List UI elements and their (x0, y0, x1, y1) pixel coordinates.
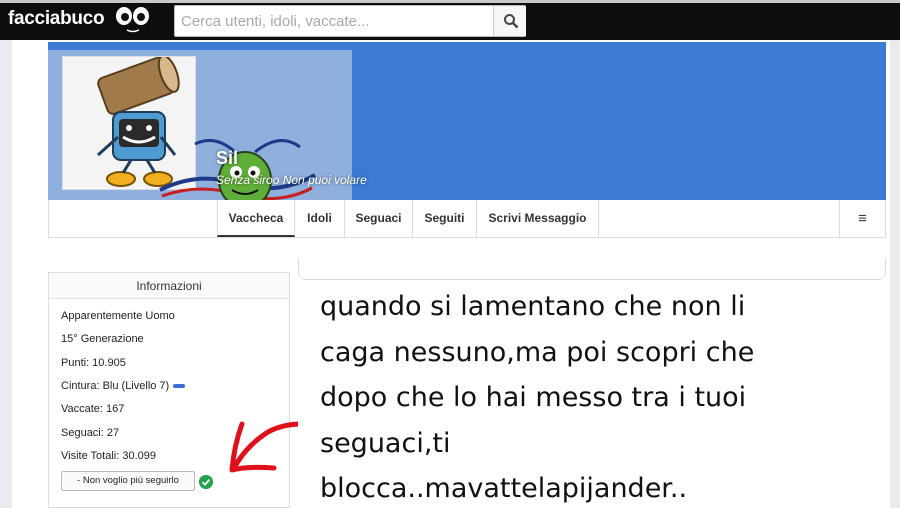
profile-motto: Senza siroo Non puoi volare (216, 173, 367, 187)
post-line: dopo che lo hai messo tra i tuoi (320, 382, 747, 413)
eyes-logo-icon (116, 7, 149, 33)
info-points: Punti: 10.905 (61, 357, 126, 369)
profile-name: Sil (216, 148, 239, 168)
belt-badge-icon (173, 384, 186, 389)
tab-idoli[interactable]: Idoli (295, 200, 345, 237)
post-line: caga nessuno,ma poi scopri che (320, 336, 755, 368)
post-line: seguaci,ti (320, 427, 451, 459)
top-bar: facciabuco (0, 0, 900, 40)
post-line: blocca..mavattelapijander.. (320, 473, 688, 504)
info-belt: Cintura: Blu (Livello 7) (61, 380, 186, 392)
site-logo[interactable]: facciabuco (8, 8, 105, 30)
info-vaccate: Vaccate: 167 (61, 403, 125, 415)
profile-nav: Vaccheca Idoli Seguaci Seguiti Scrivi Me… (48, 200, 886, 238)
tab-scrivi-messaggio[interactable]: Scrivi Messaggio (477, 200, 599, 237)
search-button[interactable] (493, 6, 526, 36)
info-gender: Apparentemente Uomo (61, 310, 175, 322)
tab-vaccheca[interactable]: Vaccheca (217, 200, 295, 237)
search-icon (504, 14, 519, 29)
post-text: quando si lamentano che non li caga ness… (320, 284, 860, 508)
post-line: quando si lamentano che non li (320, 291, 746, 322)
search-input[interactable] (175, 6, 493, 36)
unfollow-button[interactable]: - Non voglio più seguirlo (61, 471, 195, 491)
post-body: quando si lamentano che non li caga ness… (298, 284, 886, 508)
info-title: Informazioni (49, 273, 289, 299)
menu-icon[interactable]: ≡ (839, 200, 885, 237)
check-icon (199, 475, 213, 489)
post-header (298, 258, 886, 280)
info-visits: Visite Totali: 30.099 (61, 450, 156, 462)
tab-seguiti[interactable]: Seguiti (413, 200, 477, 237)
tab-seguaci[interactable]: Seguaci (345, 200, 413, 237)
search-box (174, 5, 526, 37)
info-generation: 15° Generazione (61, 333, 144, 345)
info-belt-text: Cintura: Blu (Livello 7) (61, 380, 170, 392)
info-followers: Seguaci: 27 (61, 427, 120, 439)
